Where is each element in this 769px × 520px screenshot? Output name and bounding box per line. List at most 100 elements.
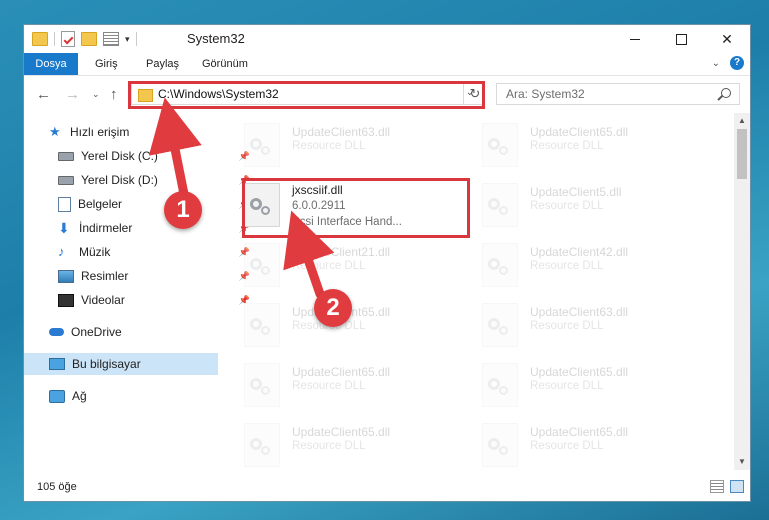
sidebar-item-label: Videolar <box>81 293 125 307</box>
close-icon: ✕ <box>721 30 733 47</box>
dll-file-icon <box>244 363 280 407</box>
up-button[interactable]: ↑ <box>110 86 118 103</box>
quick-access-toolbar: ▾ <box>32 31 137 47</box>
list-item[interactable]: UpdateClient42.dll Resource DLL <box>482 239 712 295</box>
tab-view[interactable]: Görünüm <box>202 53 248 75</box>
dll-file-icon <box>482 423 518 467</box>
vertical-scrollbar[interactable]: ▲ ▼ <box>734 113 750 470</box>
list-item[interactable]: UpdateClient65.dll Resource DLL <box>244 299 474 355</box>
folder-icon <box>32 32 48 46</box>
maximize-icon <box>675 33 687 45</box>
recent-locations-icon[interactable]: ⌄ <box>92 89 100 100</box>
tiles-view-icon[interactable] <box>730 480 744 493</box>
search-input[interactable]: Ara: System32 <box>496 83 740 105</box>
computer-icon <box>49 358 65 370</box>
list-item[interactable]: UpdateClient65.dll Resource DLL <box>482 119 712 175</box>
file-name: jxscsiif.dll <box>292 183 343 197</box>
documents-icon <box>58 196 71 212</box>
address-path[interactable]: C:\Windows\System32 <box>158 87 279 101</box>
sidebar-item-label: Ağ <box>72 389 87 403</box>
properties-icon[interactable] <box>61 31 75 47</box>
sidebar-item-label: Resimler <box>81 269 129 283</box>
minimize-button[interactable] <box>612 25 658 53</box>
explorer-window: ▾ System32 ✕ Dosya Giriş Paylaş Görünüm … <box>23 24 751 502</box>
sidebar-item-network[interactable]: Ağ <box>24 385 243 407</box>
address-bar[interactable]: C:\Windows\System32 ⌄ <box>131 83 483 105</box>
tab-share[interactable]: Paylaş <box>146 53 179 75</box>
sidebar-item-pictures[interactable]: Resimler 📌 <box>24 265 252 287</box>
tab-file[interactable]: Dosya <box>24 53 78 75</box>
sidebar-item-label: OneDrive <box>71 325 122 339</box>
scroll-thumb[interactable] <box>737 129 747 179</box>
back-button[interactable]: ← <box>36 86 51 103</box>
scroll-down-icon[interactable]: ▼ <box>734 454 750 470</box>
sidebar-item-onedrive[interactable]: OneDrive <box>24 321 243 343</box>
list-item[interactable]: UpdateClient65.dll Resource DLL <box>244 419 474 475</box>
dll-file-icon <box>244 183 280 227</box>
sidebar-item-label: Bu bilgisayar <box>72 357 141 371</box>
list-item[interactable]: UpdateClient21.dll Resource DLL <box>244 239 474 295</box>
drive-icon <box>58 151 74 161</box>
music-icon: ♪ <box>58 244 65 259</box>
dll-file-icon <box>482 303 518 347</box>
dll-file-icon <box>482 243 518 287</box>
file-description: Scsi Interface Hand... <box>292 216 402 228</box>
file-version: 6.0.0.2911 <box>292 200 346 212</box>
sidebar-item-videos[interactable]: Videolar 📌 <box>24 289 252 311</box>
close-button[interactable]: ✕ <box>704 25 750 53</box>
dll-file-icon <box>482 183 518 227</box>
pictures-icon <box>58 269 74 283</box>
help-icon[interactable]: ? <box>730 56 744 70</box>
dll-file-icon <box>244 123 280 167</box>
step-marker-1: 1 <box>164 191 202 229</box>
sidebar-item-quick-access[interactable]: ★ Hızlı erişim <box>24 121 243 143</box>
videos-icon <box>58 293 74 307</box>
search-placeholder: Ara: System32 <box>506 87 585 101</box>
dll-file-icon <box>244 243 280 287</box>
minimize-icon <box>630 38 640 40</box>
list-item[interactable]: UpdateClient63.dll Resource DLL <box>244 119 474 175</box>
maximize-button[interactable] <box>658 25 704 53</box>
list-item[interactable]: UpdateClient5.dll Resource DLL <box>482 179 712 235</box>
sidebar-item-this-pc[interactable]: Bu bilgisayar <box>24 353 218 375</box>
sidebar-item-label: Yerel Disk (C:) <box>81 149 158 163</box>
dll-file-icon <box>244 423 280 467</box>
status-bar: 105 öğe <box>24 475 750 501</box>
sidebar-item-label: Belgeler <box>78 197 123 211</box>
dll-file-icon <box>482 363 518 407</box>
cloud-icon <box>49 328 64 336</box>
folder-icon <box>138 89 153 102</box>
customize-dropdown-icon[interactable]: ▾ <box>125 34 130 45</box>
tab-home[interactable]: Giriş <box>95 53 118 75</box>
refresh-button[interactable]: ↻ <box>463 83 486 105</box>
sidebar-item-music[interactable]: ♪ Müzik 📌 <box>24 241 252 263</box>
sidebar-item-label: Hızlı erişim <box>70 125 130 139</box>
navigation-bar: ← → ⌄ ↑ C:\Windows\System32 ⌄ ↻ Ara: Sys… <box>24 76 750 112</box>
list-item[interactable]: UpdateClient65.dll Resource DLL <box>244 359 474 415</box>
new-folder-icon[interactable] <box>81 32 97 46</box>
network-icon <box>49 389 65 403</box>
list-item[interactable]: UpdateClient65.dll Resource DLL <box>482 419 712 475</box>
scroll-up-icon[interactable]: ▲ <box>734 113 750 129</box>
sidebar-item-local-disk-d[interactable]: Yerel Disk (D:) 📌 <box>24 169 252 191</box>
sidebar-item-label: İndirmeler <box>79 221 133 235</box>
list-item[interactable]: UpdateClient65.dll Resource DLL <box>482 359 712 415</box>
sidebar-item-label: Yerel Disk (D:) <box>81 173 158 187</box>
views-icon[interactable] <box>103 32 119 46</box>
details-view-icon[interactable] <box>710 480 724 493</box>
dll-file-icon <box>244 303 280 347</box>
sidebar-item-downloads[interactable]: ⬇ İndirmeler 📌 <box>24 217 252 239</box>
selected-file-jxscsiif[interactable]: jxscsiif.dll 6.0.0.2911 Scsi Interface H… <box>244 179 474 235</box>
drive-icon <box>58 175 74 185</box>
file-list: UpdateClient63.dll Resource DLL jxscsiif… <box>220 113 732 468</box>
list-item[interactable]: UpdateClient63.dll Resource DLL <box>482 299 712 355</box>
expand-ribbon-icon[interactable]: ⌄ <box>712 58 720 69</box>
sidebar-item-documents[interactable]: Belgeler 📌 <box>24 193 252 215</box>
dll-file-icon <box>482 123 518 167</box>
forward-button[interactable]: → <box>65 86 80 103</box>
downloads-icon: ⬇ <box>58 220 70 236</box>
search-icon[interactable] <box>721 88 731 98</box>
window-controls: ✕ <box>612 25 750 53</box>
sidebar-item-local-disk-c[interactable]: Yerel Disk (C:) 📌 <box>24 145 252 167</box>
step-marker-2: 2 <box>314 289 352 327</box>
